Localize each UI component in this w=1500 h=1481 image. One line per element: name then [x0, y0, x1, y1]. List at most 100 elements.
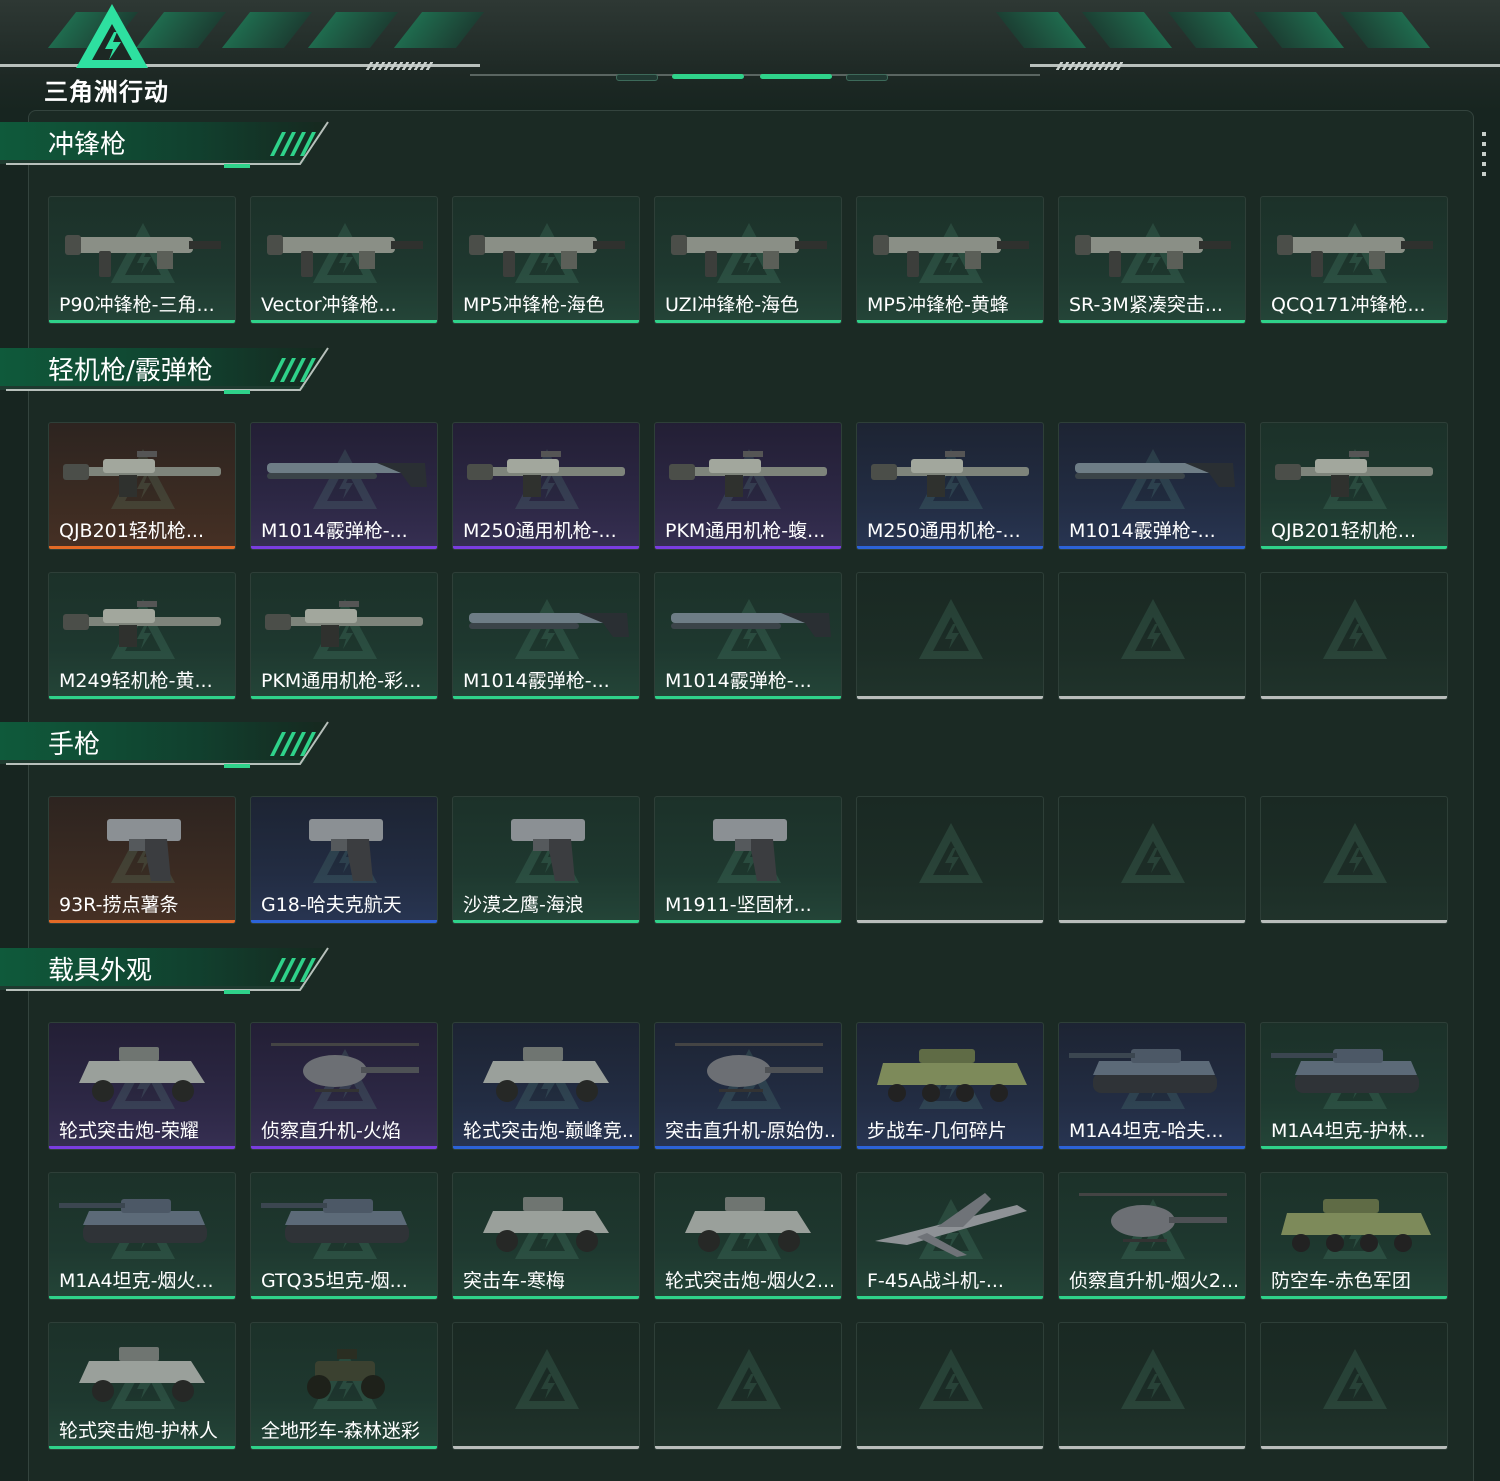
item-card[interactable]: M1014霰弹枪-...	[1058, 422, 1246, 550]
empty-item-slot	[1260, 796, 1448, 924]
lmg-icon	[871, 451, 1029, 497]
item-name: M250通用机枪-...	[463, 520, 617, 542]
rarity-bar	[49, 1446, 235, 1449]
empty-item-slot	[1058, 572, 1246, 700]
item-card[interactable]: 93R-捞点薯条	[48, 796, 236, 924]
banner-stripe	[221, 12, 313, 48]
section-header: 冲锋枪	[0, 118, 340, 172]
item-card[interactable]: M1014霰弹枪-...	[654, 572, 842, 700]
rarity-bar	[1059, 320, 1245, 323]
item-card[interactable]: P90冲锋枪-三角...	[48, 196, 236, 324]
banner-pill-active	[760, 74, 832, 79]
item-card[interactable]: M1911-坚固材...	[654, 796, 842, 924]
item-card[interactable]: 沙漠之鹰-海浪	[452, 796, 640, 924]
item-card[interactable]: 突击直升机-原始伪...	[654, 1022, 842, 1150]
rarity-bar	[251, 696, 437, 699]
banner-pill	[846, 74, 888, 81]
scrollbar-handle[interactable]	[1482, 132, 1486, 180]
empty-item-slot	[1260, 1322, 1448, 1450]
item-card[interactable]: SR-3M紧凑突击...	[1058, 196, 1246, 324]
item-name: F-45A战斗机-...	[867, 1270, 1004, 1292]
shotgun-icon	[469, 613, 629, 637]
section-header: 轻机枪/霰弹枪	[0, 344, 340, 398]
rarity-bar	[453, 696, 639, 699]
item-card[interactable]: QCQ171冲锋枪...	[1260, 196, 1448, 324]
item-card[interactable]: 防空车-赤色军团	[1260, 1172, 1448, 1300]
rarity-bar	[251, 1446, 437, 1449]
item-name: 突击车-寒梅	[463, 1270, 565, 1292]
item-name: MP5冲锋枪-海色	[463, 294, 605, 316]
rarity-bar	[453, 1146, 639, 1149]
item-card[interactable]: 侦察直升机-烟火2...	[1058, 1172, 1246, 1300]
item-card[interactable]: F-45A战斗机-...	[856, 1172, 1044, 1300]
rarity-bar	[655, 546, 841, 549]
item-name: M249轻机枪-黄...	[59, 670, 213, 692]
item-name: M1014霰弹枪-...	[1069, 520, 1216, 542]
item-card[interactable]: 突击车-寒梅	[452, 1172, 640, 1300]
rarity-bar	[857, 920, 1043, 923]
item-card[interactable]: GTQ35坦克-烟...	[250, 1172, 438, 1300]
rarity-bar	[655, 696, 841, 699]
rarity-bar	[1261, 1446, 1447, 1449]
item-card[interactable]: UZI冲锋枪-海色	[654, 196, 842, 324]
rarity-bar	[857, 1296, 1043, 1299]
item-card[interactable]: M250通用机枪-...	[452, 422, 640, 550]
smg-icon	[267, 235, 423, 277]
item-name: QJB201轻机枪...	[1271, 520, 1416, 542]
item-card[interactable]: Vector冲锋枪...	[250, 196, 438, 324]
item-card[interactable]: 侦察直升机-火焰	[250, 1022, 438, 1150]
smg-icon	[65, 235, 221, 277]
delta-watermark-icon	[717, 1349, 781, 1409]
item-card[interactable]: 轮式突击炮-巅峰竞...	[452, 1022, 640, 1150]
item-name: MP5冲锋枪-黄蜂	[867, 294, 1009, 316]
rarity-bar	[453, 920, 639, 923]
item-card[interactable]: PKM通用机枪-彩...	[250, 572, 438, 700]
item-card[interactable]: 轮式突击炮-荣耀	[48, 1022, 236, 1150]
empty-item-slot	[654, 1322, 842, 1450]
helicopter-icon	[271, 1043, 419, 1092]
shotgun-icon	[267, 463, 427, 487]
banner-stripe	[995, 12, 1087, 48]
lmg-icon	[669, 451, 827, 497]
item-name: PKM通用机枪-彩...	[261, 670, 422, 692]
top-banner: 三角洲行动	[0, 0, 1500, 110]
rarity-bar	[1059, 696, 1245, 699]
item-card[interactable]: 轮式突击炮-烟火2...	[654, 1172, 842, 1300]
item-card[interactable]: PKM通用机枪-蝮...	[654, 422, 842, 550]
banner-stripe	[1339, 12, 1431, 48]
item-card[interactable]: QJB201轻机枪...	[48, 422, 236, 550]
item-name: M1A4坦克-烟火...	[59, 1270, 214, 1292]
lmg-icon	[467, 451, 625, 497]
item-card[interactable]: M250通用机枪-...	[856, 422, 1044, 550]
tank-icon	[1271, 1049, 1419, 1093]
item-card[interactable]: M1014霰弹枪-...	[452, 572, 640, 700]
item-card[interactable]: MP5冲锋枪-海色	[452, 196, 640, 324]
armored-car-icon	[483, 1197, 609, 1252]
item-card[interactable]: 轮式突击炮-护林人	[48, 1322, 236, 1450]
item-card[interactable]: M1A4坦克-护林...	[1260, 1022, 1448, 1150]
item-card[interactable]: M1014霰弹枪-...	[250, 422, 438, 550]
item-card[interactable]: M249轻机枪-黄...	[48, 572, 236, 700]
section-header: 手枪	[0, 718, 340, 772]
item-name: QCQ171冲锋枪...	[1271, 294, 1426, 316]
item-card[interactable]: QJB201轻机枪...	[1260, 422, 1448, 550]
lmg-icon	[63, 601, 221, 647]
item-card[interactable]: M1A4坦克-哈夫...	[1058, 1022, 1246, 1150]
rarity-bar	[1059, 546, 1245, 549]
rarity-bar	[251, 320, 437, 323]
item-name: P90冲锋枪-三角...	[59, 294, 215, 316]
smg-icon	[1277, 235, 1433, 277]
rarity-bar	[857, 320, 1043, 323]
rarity-bar	[1261, 1296, 1447, 1299]
item-card[interactable]: M1A4坦克-烟火...	[48, 1172, 236, 1300]
item-name: M1014霰弹枪-...	[665, 670, 812, 692]
item-card[interactable]: 步战车-几何碎片	[856, 1022, 1044, 1150]
rarity-bar	[857, 696, 1043, 699]
item-card[interactable]: G18-哈夫克航天	[250, 796, 438, 924]
banner-pill-active	[672, 74, 744, 79]
item-card[interactable]: 全地形车-森林迷彩	[250, 1322, 438, 1450]
section-title: 载具外观	[48, 956, 153, 986]
rarity-bar	[49, 546, 235, 549]
rarity-bar	[453, 546, 639, 549]
item-card[interactable]: MP5冲锋枪-黄蜂	[856, 196, 1044, 324]
